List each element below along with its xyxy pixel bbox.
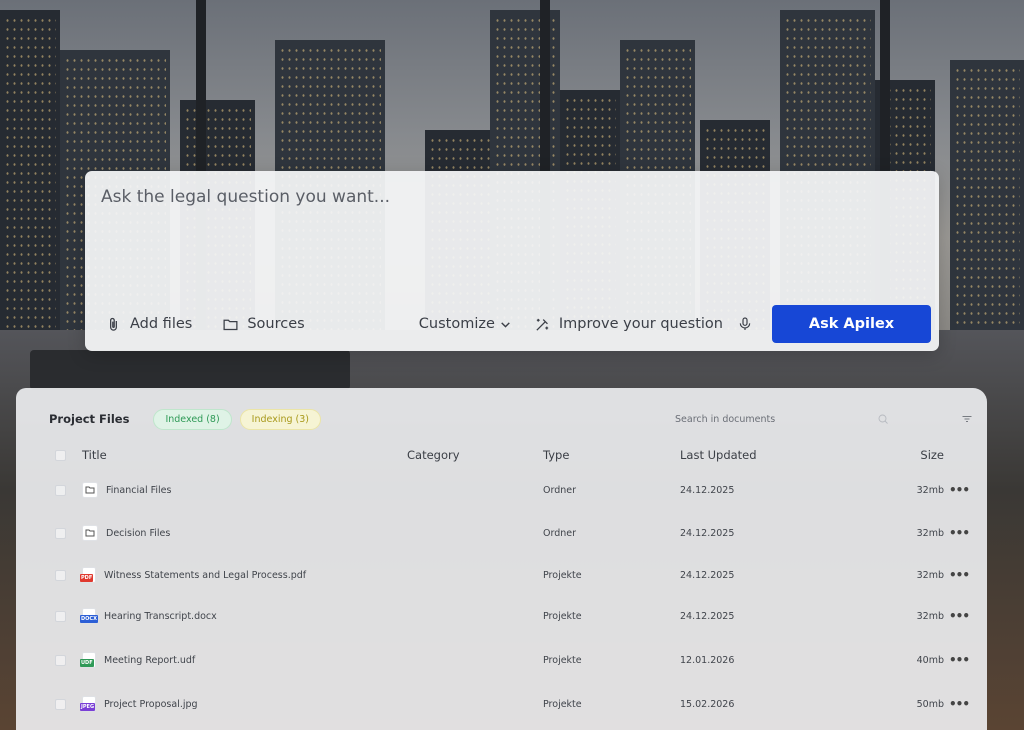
row-checkbox[interactable] [55,654,66,666]
table-row[interactable]: PDF Witness Statements and Legal Process… [16,565,987,585]
indexing-badge[interactable]: Indexing (3) [239,408,321,430]
filter-icon [962,415,972,422]
row-more-icon[interactable]: ••• [949,526,970,540]
select-all-checkbox[interactable] [55,449,66,461]
column-size[interactable]: Size [920,448,944,462]
file-tag: DOCX [80,615,98,623]
add-files-button[interactable]: Add files [105,316,192,333]
row-more-icon[interactable]: ••• [949,653,970,667]
file-type: Ordner [543,484,577,496]
row-more-icon[interactable]: ••• [949,697,970,711]
microphone-icon [739,317,751,330]
file-updated: 15.02.2026 [680,698,735,710]
row-checkbox[interactable] [55,527,66,539]
file-name: Witness Statements and Legal Process.pdf [104,569,307,581]
folder-icon [82,525,98,541]
sources-button[interactable]: Sources [222,316,305,333]
files-header: Project Files Indexed (8) Indexing (3) [49,408,973,430]
file-updated: 24.12.2025 [680,610,735,622]
question-input[interactable] [101,187,921,287]
improve-question-label: Improve your question [558,316,723,332]
sources-label: Sources [247,316,305,332]
file-updated: 24.12.2025 [680,484,735,496]
file-type: Projekte [543,569,582,581]
table-header: Title Category Type Last Updated Size [16,445,987,465]
table-row[interactable]: DOCX Hearing Transcript.docx Projekte 24… [16,606,987,626]
add-files-label: Add files [130,316,193,332]
document-search-input[interactable] [675,413,845,425]
ask-question-card: Add files Sources Customize Improve your… [85,171,939,351]
row-checkbox[interactable] [55,610,66,622]
improve-question-button[interactable]: Improve your question [534,316,723,333]
column-type[interactable]: Type [543,448,569,462]
file-size: 32mb [916,527,944,539]
files-title: Project Files [49,412,130,426]
ask-apilex-button[interactable]: Ask Apilex [772,305,931,343]
customize-label: Customize [418,316,495,332]
table-row[interactable]: Financial Files Ordner 24.12.2025 32mb •… [16,480,987,500]
file-type: Projekte [543,654,582,666]
file-name: Decision Files [106,527,171,539]
file-updated: 24.12.2025 [680,527,735,539]
docx-file-icon: DOCX [80,608,98,624]
table-row[interactable]: JPEG Project Proposal.jpg Projekte 15.02… [16,694,987,714]
indexed-badge[interactable]: Indexed (8) [153,408,232,430]
file-size: 32mb [916,569,944,581]
column-last-updated[interactable]: Last Updated [680,448,757,462]
file-size: 32mb [916,484,944,496]
file-name: Financial Files [106,484,172,496]
row-title-cell: PDF Witness Statements and Legal Process… [80,567,307,583]
row-checkbox[interactable] [55,484,66,496]
table-row[interactable]: Decision Files Ordner 24.12.2025 32mb ••… [16,523,987,543]
ask-toolbar: Add files Sources Customize Improve your… [105,305,931,343]
row-title-cell: JPEG Project Proposal.jpg [80,696,198,712]
row-title-cell: Financial Files [82,482,171,498]
document-search [675,408,889,430]
file-name: Project Proposal.jpg [104,698,198,710]
file-size: 32mb [916,610,944,622]
table-row[interactable]: UDF Meeting Report.udf Projekte 12.01.20… [16,650,987,670]
microphone-button[interactable] [735,314,755,334]
filter-button[interactable] [961,410,973,429]
search-icon[interactable] [877,413,889,425]
udf-file-icon: UDF [80,652,96,668]
folder-icon [223,319,238,330]
row-title-cell: Decision Files [82,525,170,541]
file-type: Ordner [543,527,577,539]
file-tag: JPEG [80,703,96,711]
row-more-icon[interactable]: ••• [949,568,970,582]
pdf-file-icon: PDF [80,567,96,583]
row-checkbox[interactable] [55,698,66,710]
file-type: Projekte [543,698,582,710]
column-category[interactable]: Category [407,448,460,462]
file-name: Meeting Report.udf [104,654,196,666]
chevron-down-icon [501,321,510,328]
file-type: Projekte [543,610,582,622]
row-checkbox[interactable] [55,569,66,581]
file-name: Hearing Transcript.docx [104,610,217,622]
jpg-file-icon: JPEG [80,696,96,712]
row-more-icon[interactable]: ••• [949,483,970,497]
customize-dropdown[interactable]: Customize [419,316,512,332]
magic-wand-icon [536,318,549,331]
row-more-icon[interactable]: ••• [949,609,970,623]
file-size: 50mb [916,698,944,710]
folder-icon [82,482,98,498]
file-updated: 24.12.2025 [680,569,735,581]
row-title-cell: DOCX Hearing Transcript.docx [80,608,217,624]
file-tag: PDF [80,574,94,582]
paperclip-icon [110,317,117,331]
project-files-panel: Project Files Indexed (8) Indexing (3) T… [16,388,987,730]
row-title-cell: UDF Meeting Report.udf [80,652,196,668]
file-tag: UDF [80,659,94,667]
file-updated: 12.01.2026 [680,654,735,666]
column-title[interactable]: Title [82,448,107,462]
file-size: 40mb [916,654,944,666]
